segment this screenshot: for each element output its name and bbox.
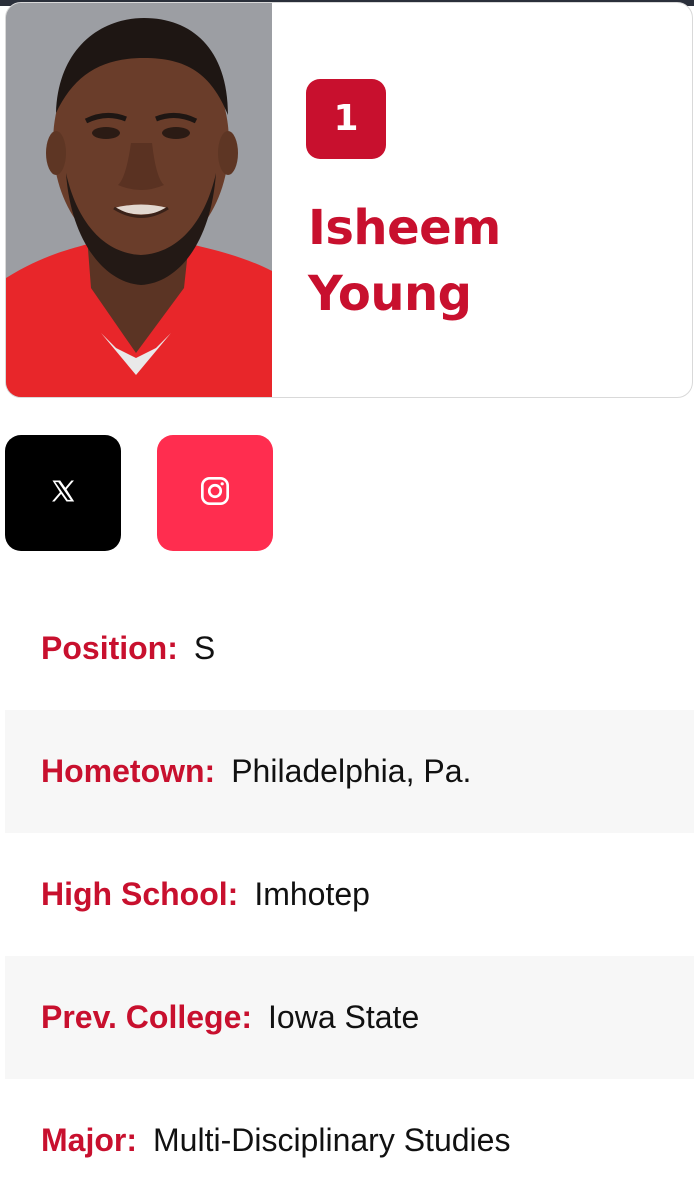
player-card: 1 Isheem Young bbox=[5, 2, 693, 398]
info-row-major: Major: Multi-Disciplinary Studies bbox=[5, 1079, 694, 1200]
info-value: Multi-Disciplinary Studies bbox=[153, 1122, 511, 1158]
info-label: High School: bbox=[41, 876, 239, 912]
info-label: Prev. College: bbox=[41, 999, 253, 1035]
info-value: Philadelphia, Pa. bbox=[231, 753, 472, 789]
info-row-high-school: High School: Imhotep bbox=[5, 833, 694, 956]
info-row-position: Position: S bbox=[5, 587, 694, 710]
info-label: Position: bbox=[41, 630, 178, 666]
x-icon bbox=[49, 477, 77, 510]
player-photo bbox=[6, 3, 272, 397]
player-name: Isheem Young bbox=[308, 200, 501, 322]
x-social-button[interactable] bbox=[5, 435, 121, 551]
instagram-social-button[interactable] bbox=[157, 435, 273, 551]
info-value: Imhotep bbox=[254, 876, 370, 912]
info-value: S bbox=[193, 630, 216, 666]
info-label: Major: bbox=[41, 1122, 137, 1158]
player-profile-page: 1 Isheem Young Position: S Hometown: Phi… bbox=[0, 0, 694, 1200]
info-row-hometown: Hometown: Philadelphia, Pa. bbox=[5, 710, 694, 833]
info-label: Hometown: bbox=[41, 753, 216, 789]
jersey-number-badge: 1 bbox=[306, 79, 386, 159]
instagram-icon bbox=[199, 475, 231, 512]
info-row-prev-college: Prev. College: Iowa State bbox=[5, 956, 694, 1079]
info-value: Iowa State bbox=[268, 999, 420, 1035]
